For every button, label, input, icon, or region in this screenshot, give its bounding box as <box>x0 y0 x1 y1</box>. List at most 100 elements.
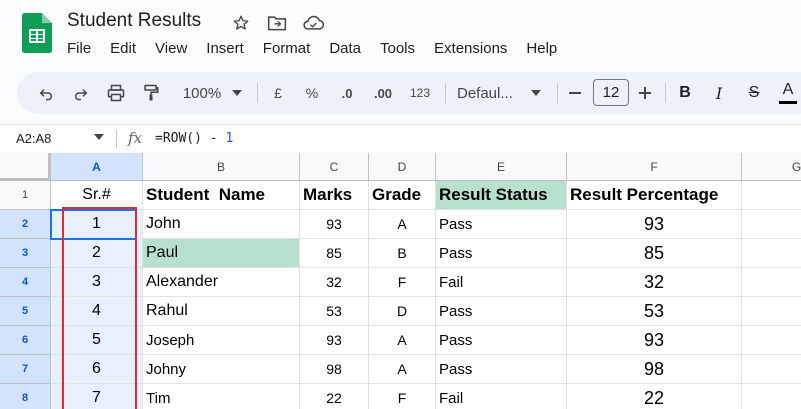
percent-format-button[interactable]: % <box>303 78 321 108</box>
cell-g1[interactable] <box>742 181 801 210</box>
cell-grade[interactable]: F <box>369 384 436 409</box>
increase-decimal-button[interactable]: .00 <box>369 78 397 108</box>
column-header-a[interactable]: A <box>51 153 143 181</box>
cell-grade[interactable]: A <box>369 210 436 239</box>
cell-result-status[interactable]: Pass <box>436 326 567 355</box>
decrease-font-size-icon[interactable] <box>567 78 583 108</box>
cell-marks[interactable]: 85 <box>300 239 369 268</box>
column-header-e[interactable]: E <box>436 153 567 181</box>
paint-format-icon[interactable] <box>140 78 162 108</box>
row-header-7[interactable]: 7 <box>0 355 51 384</box>
cell-result-percentage[interactable]: 32 <box>567 268 742 297</box>
sheets-logo-icon[interactable] <box>22 13 52 53</box>
cell-name[interactable]: John <box>143 210 300 239</box>
menu-insert[interactable]: Insert <box>206 40 244 57</box>
spreadsheet-grid[interactable]: A B C D E F G 1 2 3 4 5 6 7 8 Sr.# Stude… <box>0 153 801 409</box>
cell-grade[interactable]: A <box>369 326 436 355</box>
cell-result-percentage[interactable]: 22 <box>567 384 742 409</box>
cell-sr[interactable]: 3 <box>51 268 143 297</box>
cell-name[interactable]: Paul <box>143 239 300 268</box>
text-color-button[interactable]: A <box>779 78 797 104</box>
print-icon[interactable] <box>105 78 127 108</box>
cell-name[interactable]: Johny <box>143 355 300 384</box>
cell-g[interactable] <box>742 384 801 409</box>
column-header-g[interactable]: G <box>742 153 801 181</box>
cell-name[interactable]: Tim <box>143 384 300 409</box>
increase-font-size-icon[interactable] <box>637 78 653 108</box>
cell-grade[interactable]: A <box>369 355 436 384</box>
cell-result-percentage[interactable]: 85 <box>567 239 742 268</box>
cell-g[interactable] <box>742 210 801 239</box>
cell-name[interactable]: Alexander <box>143 268 300 297</box>
cell-g[interactable] <box>742 297 801 326</box>
cell-marks[interactable]: 93 <box>300 326 369 355</box>
move-folder-icon[interactable] <box>266 12 288 34</box>
document-title[interactable]: Student Results <box>67 10 201 32</box>
star-icon[interactable] <box>230 12 252 34</box>
cell-grade[interactable]: F <box>369 268 436 297</box>
cell-result-status[interactable]: Pass <box>436 239 567 268</box>
cell-g[interactable] <box>742 326 801 355</box>
column-header-f[interactable]: F <box>567 153 742 181</box>
menu-format[interactable]: Format <box>263 40 311 57</box>
header-cell-sr[interactable]: Sr.# <box>51 181 143 210</box>
italic-button[interactable]: I <box>711 78 727 108</box>
cell-result-percentage[interactable]: 93 <box>567 210 742 239</box>
menu-help[interactable]: Help <box>526 40 557 57</box>
formula-input[interactable]: =ROW() - 1 <box>155 131 233 146</box>
header-cell-student-name[interactable]: Student Name <box>143 181 300 210</box>
cell-g[interactable] <box>742 268 801 297</box>
cell-g[interactable] <box>742 239 801 268</box>
cell-marks[interactable]: 22 <box>300 384 369 409</box>
header-cell-grade[interactable]: Grade <box>369 181 436 210</box>
column-header-d[interactable]: D <box>369 153 436 181</box>
menu-extensions[interactable]: Extensions <box>434 40 507 57</box>
cell-result-status[interactable]: Pass <box>436 210 567 239</box>
header-cell-result-percentage[interactable]: Result Percentage <box>567 181 742 210</box>
cell-result-percentage[interactable]: 98 <box>567 355 742 384</box>
strikethrough-button[interactable]: S <box>745 78 763 108</box>
zoom-select[interactable]: 100% <box>177 78 227 108</box>
menu-edit[interactable]: Edit <box>110 40 136 57</box>
cell-result-percentage[interactable]: 93 <box>567 326 742 355</box>
font-chevron-down-icon[interactable] <box>529 78 543 108</box>
row-header-2[interactable]: 2 <box>0 210 51 239</box>
undo-icon[interactable] <box>35 78 57 108</box>
cell-grade[interactable]: B <box>369 239 436 268</box>
name-box[interactable]: A2:A8 <box>16 131 51 146</box>
row-header-1[interactable]: 1 <box>0 181 51 210</box>
font-select[interactable]: Defaul... <box>457 78 523 108</box>
currency-format-button[interactable]: £ <box>270 78 286 108</box>
header-cell-marks[interactable]: Marks <box>300 181 369 210</box>
cell-result-status[interactable]: Fail <box>436 384 567 409</box>
column-header-c[interactable]: C <box>300 153 369 181</box>
cell-marks[interactable]: 32 <box>300 268 369 297</box>
cell-result-status[interactable]: Fail <box>436 268 567 297</box>
row-header-3[interactable]: 3 <box>0 239 51 268</box>
name-box-chevron-icon[interactable] <box>94 134 104 140</box>
bold-button[interactable]: B <box>677 78 693 108</box>
cell-marks[interactable]: 93 <box>300 210 369 239</box>
column-header-b[interactable]: B <box>143 153 300 181</box>
cell-sr[interactable]: 4 <box>51 297 143 326</box>
cell-g[interactable] <box>742 355 801 384</box>
cell-marks[interactable]: 53 <box>300 297 369 326</box>
row-header-5[interactable]: 5 <box>0 297 51 326</box>
cloud-status-icon[interactable] <box>302 12 324 34</box>
cell-result-status[interactable]: Pass <box>436 355 567 384</box>
cell-sr[interactable]: 7 <box>51 384 143 409</box>
cell-name[interactable]: Rahul <box>143 297 300 326</box>
select-all-corner[interactable] <box>0 153 51 181</box>
font-size-input[interactable]: 12 <box>593 79 629 106</box>
decrease-decimal-button[interactable]: .0 <box>335 78 359 108</box>
number-format-button[interactable]: 123 <box>407 78 433 108</box>
chevron-down-icon[interactable] <box>230 78 244 108</box>
header-cell-result-status[interactable]: Result Status <box>436 181 567 210</box>
cell-marks[interactable]: 98 <box>300 355 369 384</box>
cell-result-status[interactable]: Pass <box>436 297 567 326</box>
menu-tools[interactable]: Tools <box>380 40 415 57</box>
cell-sr[interactable]: 6 <box>51 355 143 384</box>
cell-sr[interactable]: 5 <box>51 326 143 355</box>
cell-grade[interactable]: D <box>369 297 436 326</box>
menu-view[interactable]: View <box>155 40 187 57</box>
